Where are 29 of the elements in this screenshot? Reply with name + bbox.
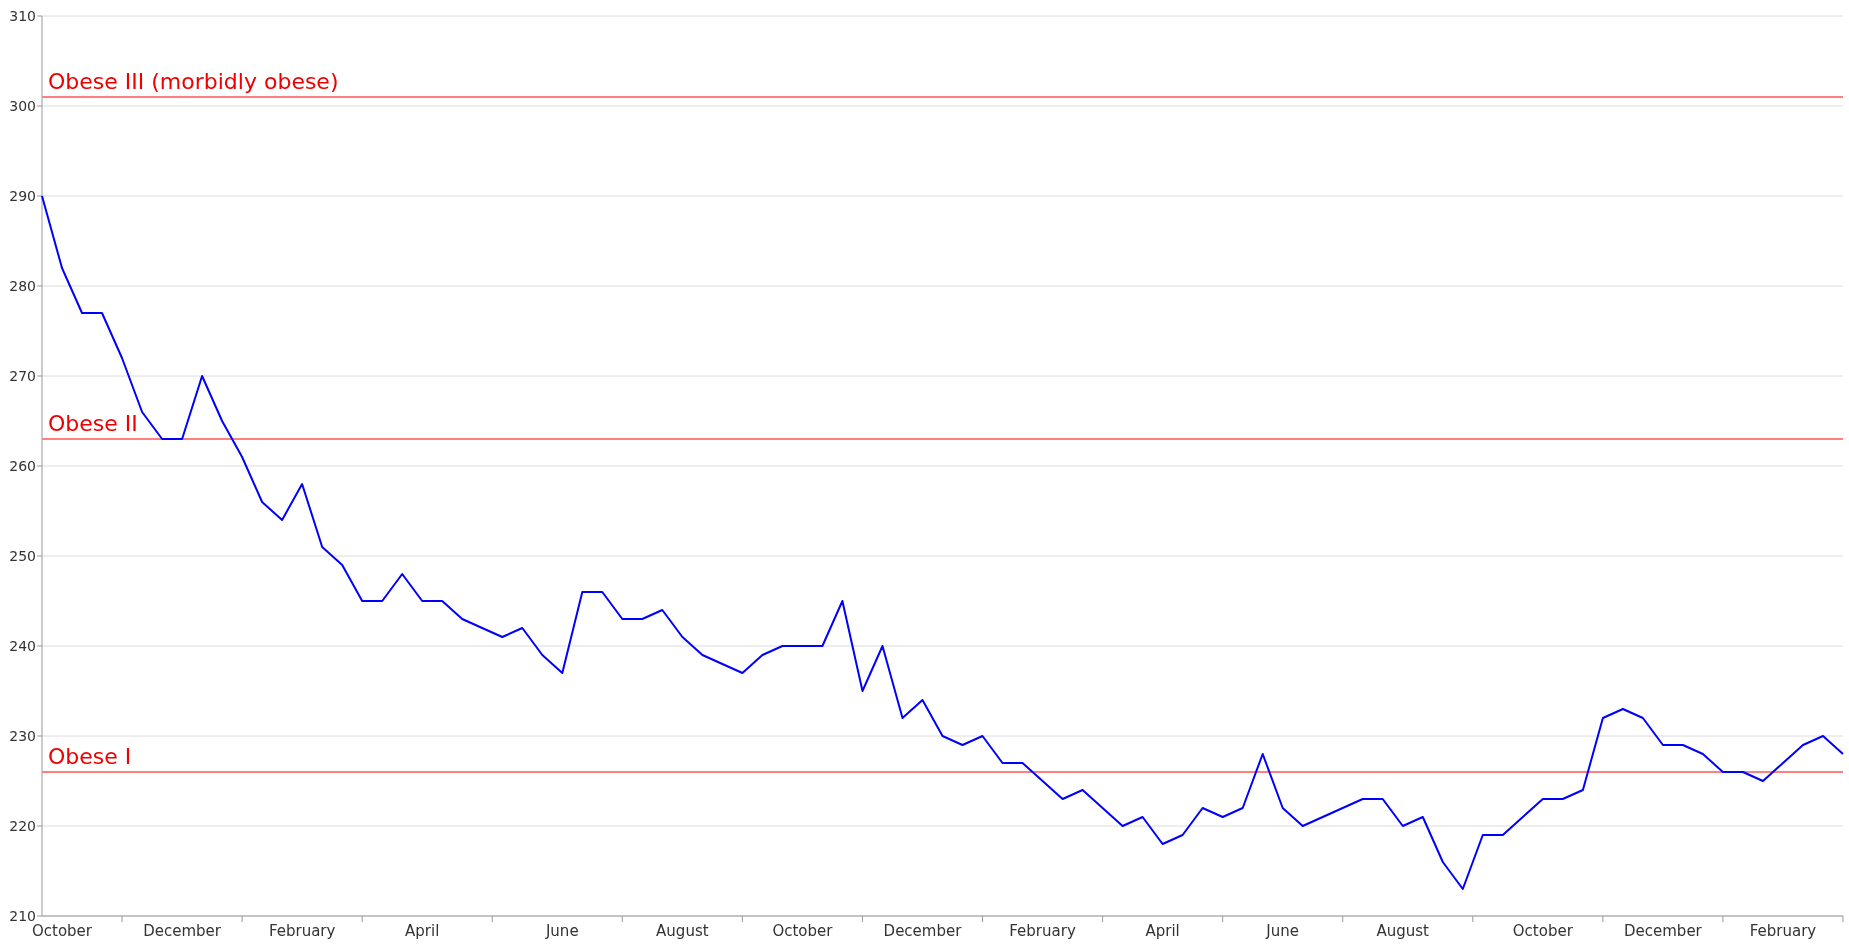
axis-label: 220 [9,818,36,834]
axis-label: October [1512,922,1573,940]
axis-label: 240 [9,638,36,654]
axis-label: February [1749,922,1817,940]
reference-label: Obese III (morbidly obese) [48,69,339,94]
axis-label: April [405,922,440,940]
reference-label: Obese I [48,744,132,769]
axis-label: 210 [9,908,36,924]
reference-label: Obese II [48,411,138,436]
axis-label: February [1009,922,1076,940]
axis-label: October [772,922,833,940]
axis-label: 230 [9,728,36,744]
axis-label: 290 [9,188,36,204]
axis-label: 310 [9,8,36,24]
axis-label: June [1266,922,1299,940]
axis-label: 280 [9,278,36,294]
axis-label: June [545,922,579,940]
axis-label: 300 [9,98,36,114]
axis-label: 270 [9,368,36,384]
axis-label: 260 [9,458,36,474]
axis-label: August [656,922,709,940]
axis-label: August [1376,922,1429,940]
axis-label: April [1145,922,1180,940]
axis-label: October [32,922,93,940]
axis-label: December [1624,922,1702,940]
axis-label: December [143,922,221,940]
axis-label: December [883,922,962,940]
axis-label: 250 [9,548,36,564]
axis-label: February [268,922,336,940]
